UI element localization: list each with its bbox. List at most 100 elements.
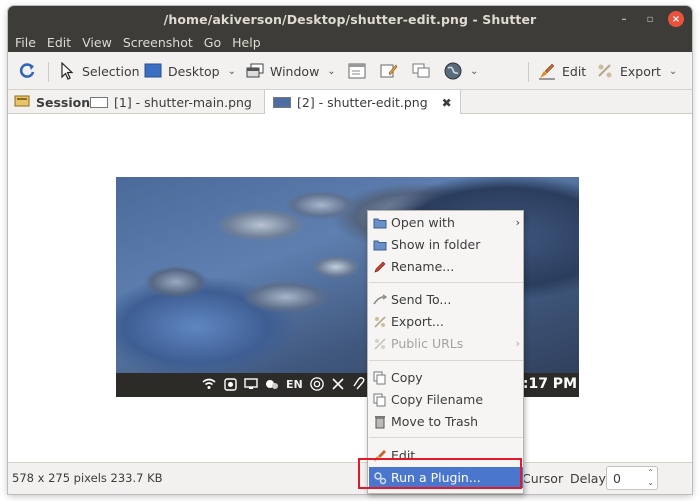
send-icon [373, 293, 387, 307]
tab-shutter-main-label: [1] - shutter-main.png [114, 94, 252, 110]
menu-item-move-to-trash[interactable]: Move to Trash [369, 411, 523, 432]
image-info: 578 x 275 pixels 233.7 KB [12, 471, 163, 485]
edit-button[interactable]: Edit [538, 60, 586, 82]
export-label: Export [620, 63, 661, 79]
chevron-down-icon[interactable]: ⌄ [647, 478, 654, 488]
menu-item-show-in-folder[interactable]: Show in folder [369, 234, 523, 255]
menu-item-export[interactable]: Export... [369, 311, 523, 332]
keyboard-layout-indicator: EN [286, 377, 303, 391]
menu-item-label: Rename... [391, 259, 455, 274]
system-tray: EN [202, 377, 366, 391]
tab-shutter-main[interactable]: [1] - shutter-main.png ✖ [90, 90, 276, 114]
web-capture-button[interactable] [412, 60, 430, 82]
menu-item-label: Copy [391, 370, 423, 385]
menu-item-public-urls: Public URLs › [369, 333, 523, 354]
cursor-checkbox-label[interactable]: Cursor [522, 471, 563, 486]
monitor-icon [144, 62, 162, 80]
submenu-arrow-icon: › [515, 216, 520, 229]
toolbar: Selection Desktop ⌄ Window ⌄ ⌄ Edit Expo… [8, 52, 692, 90]
submenu-arrow-icon: › [515, 337, 520, 350]
minimize-icon[interactable]: – [616, 11, 632, 27]
title-bar: /home/akiverson/Desktop/shutter-edit.png… [8, 6, 692, 32]
export-icon [373, 315, 387, 329]
menu-bar: File Edit View Screenshot Go Help [8, 32, 692, 52]
desktop-button[interactable]: Desktop ⌄ [144, 60, 236, 82]
menu-file[interactable]: File [15, 35, 36, 50]
tab-session[interactable]: Session [14, 90, 90, 114]
refresh-icon [18, 62, 36, 80]
trash-icon [373, 415, 387, 429]
menu-separator [369, 282, 523, 283]
delay-value: 0 [613, 470, 621, 486]
copy-icon [373, 393, 387, 407]
session-tabs: Session [1] - shutter-main.png ✖ [2] - s… [8, 90, 692, 115]
export-button[interactable]: Export ⌄ [596, 60, 677, 82]
window-title: /home/akiverson/Desktop/shutter-edit.png… [163, 11, 537, 27]
ubuntu-logo-icon [309, 377, 324, 391]
toolbar-separator [528, 62, 529, 82]
tab-shutter-edit[interactable]: [2] - shutter-edit.png ✖ [264, 90, 461, 115]
folder-icon [373, 238, 387, 252]
context-menu: Open with › Show in folder Rename... Sen… [367, 210, 524, 494]
thumbnail-icon [90, 96, 108, 108]
refresh-button[interactable] [18, 60, 36, 82]
settings-tray-icon [331, 377, 345, 391]
chevron-down-icon[interactable]: ⌄ [228, 66, 236, 77]
close-tab-icon[interactable]: ✖ [442, 96, 452, 110]
menu-separator [369, 360, 523, 361]
menu-item-label: Copy Filename [391, 392, 484, 407]
menu-help[interactable]: Help [232, 35, 261, 50]
globe-icon [444, 62, 462, 80]
chevron-up-icon[interactable]: ⌃ [647, 468, 654, 478]
menu-item-label: Move to Trash [391, 414, 479, 429]
tooltip-capture-button[interactable] [380, 60, 398, 82]
screen-icon [244, 377, 258, 391]
menu-item-label: Send To... [391, 292, 452, 307]
chevron-down-icon[interactable]: ⌄ [327, 66, 335, 77]
chevron-down-icon[interactable]: ⌄ [470, 66, 478, 77]
menu-separator [369, 437, 523, 438]
delay-label: Delay: [570, 471, 610, 486]
window-label: Window [270, 63, 320, 79]
wifi-icon [202, 377, 216, 391]
cursor-arrow-icon [58, 62, 76, 80]
toolbar-separator [48, 62, 49, 82]
close-icon[interactable]: × [668, 11, 684, 27]
menu-item-rename[interactable]: Rename... [369, 256, 523, 277]
menu-item-copy[interactable]: Copy [369, 367, 523, 388]
image-viewer[interactable]: EN 3:17 PM [8, 114, 692, 462]
network-icon [265, 377, 279, 391]
menu-item-label: Show in folder [391, 237, 481, 252]
window-icon [246, 62, 264, 80]
window-controls: – ▫ × [616, 11, 684, 27]
status-bar: 578 x 275 pixels 233.7 KB Cursor Delay: … [8, 462, 692, 494]
spin-arrows[interactable]: ⌃ ⌄ [647, 468, 654, 488]
window-button[interactable]: Window ⌄ [246, 60, 336, 82]
export-icon [596, 62, 614, 80]
delay-spinner[interactable]: 0 ⌃ ⌄ [606, 466, 658, 490]
speech-bubble-icon [412, 62, 430, 80]
menu-item-send-to[interactable]: Send To... [369, 289, 523, 310]
menu-edit[interactable]: Edit [47, 35, 71, 50]
globe-button[interactable]: ⌄ [444, 60, 478, 82]
menu-item-label: Open with [391, 215, 455, 230]
menu-item-copy-filename[interactable]: Copy Filename [369, 389, 523, 410]
menu-view[interactable]: View [82, 35, 112, 50]
menu-capture-button[interactable] [348, 60, 366, 82]
annotation-highlight-box [358, 458, 522, 489]
maximize-icon[interactable]: ▫ [642, 11, 658, 27]
thumbnail-icon [273, 97, 291, 108]
link-icon [373, 337, 387, 351]
menu-item-label: Export... [391, 314, 444, 329]
edit-label: Edit [562, 63, 587, 79]
menu-go[interactable]: Go [204, 35, 221, 50]
copy-icon [373, 371, 387, 385]
menu-screenshot[interactable]: Screenshot [123, 35, 193, 50]
selection-button[interactable]: Selection [58, 60, 140, 82]
menu-item-open-with[interactable]: Open with › [369, 212, 523, 233]
paint-edit-icon [538, 62, 556, 80]
chevron-down-icon[interactable]: ⌄ [669, 66, 677, 77]
pencil-icon [373, 260, 387, 274]
shutter-tray-icon [223, 377, 237, 391]
session-icon [14, 93, 30, 112]
